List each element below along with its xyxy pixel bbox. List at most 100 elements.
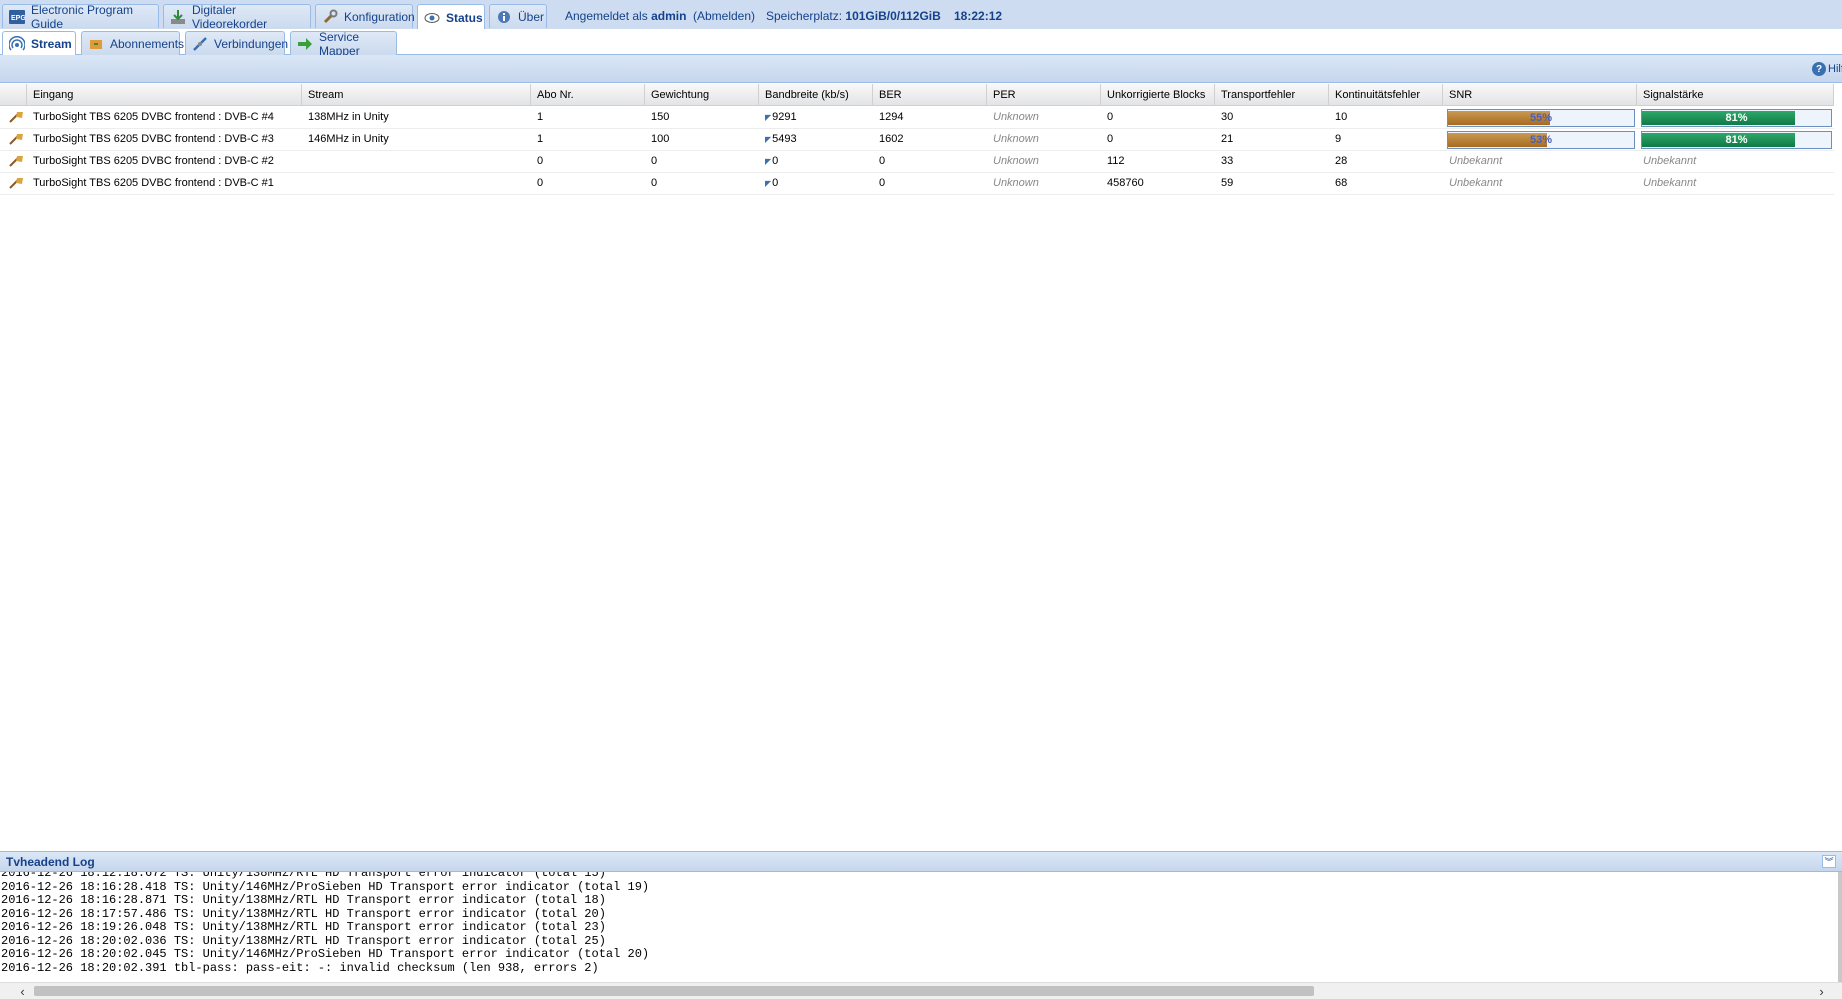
header-bandbreite[interactable]: Bandbreite (kb/s) [759, 84, 873, 106]
broom-icon[interactable] [2, 151, 26, 172]
cell-gewichtung: 150 [651, 111, 670, 123]
logged-in-status: Angemeldet als admin [565, 9, 686, 23]
collapse-icon[interactable]: ︾ [1822, 855, 1836, 868]
cell-unkorr: 0 [1107, 133, 1114, 145]
tab-config-label: Konfiguration [344, 9, 415, 24]
cell-stream: 138MHz in Unity [308, 111, 389, 123]
sub-tab-bar: Stream Abonnements Verbindungen Service … [0, 29, 1842, 58]
tab-config[interactable]: Konfiguration [315, 4, 415, 28]
cell-abo: 0 [537, 155, 544, 167]
grid-header: Eingang Stream Abo Nr. Gewichtung Bandbr… [0, 84, 1834, 106]
cell-per: Unknown [993, 177, 1039, 189]
header-ber[interactable]: BER [873, 84, 987, 106]
cell-ber: 0 [879, 155, 886, 167]
bandwidth-marker-icon: ◤ [765, 179, 772, 188]
log-title: Tvheadend Log [6, 855, 95, 869]
cell-abo: 0 [537, 177, 544, 189]
tab-epg[interactable]: EPG Electronic Program Guide [2, 2, 159, 31]
help-label: Hilfe [1828, 63, 1842, 75]
header-snr[interactable]: SNR [1443, 84, 1637, 106]
cell-signal: Unbekannt [1643, 155, 1697, 167]
subtab-service-mapper[interactable]: Service Mapper [290, 30, 397, 58]
cell-gewichtung: 0 [651, 177, 658, 189]
storage-prefix: Speicherplatz: [766, 9, 843, 23]
header-gewichtung[interactable]: Gewichtung [645, 84, 759, 106]
bandwidth-value: 0 [772, 155, 779, 167]
cell-ber: 1294 [879, 111, 904, 123]
header-stream[interactable]: Stream [302, 84, 531, 106]
broom-icon[interactable] [2, 107, 26, 128]
svg-text:EPG: EPG [11, 15, 25, 22]
header-signalstaerke[interactable]: Signalstärke [1637, 84, 1834, 106]
log-horizontal-scrollbar[interactable]: ‹ › [0, 982, 1842, 999]
cell-abo: 1 [537, 111, 544, 123]
log-line: 2016-12-26 18:19:26.048 TS: Unity/138MHz… [1, 920, 606, 934]
subtab-connections-label: Verbindungen [214, 36, 289, 51]
snr-progress-bar: 55% [1447, 109, 1635, 127]
header-kontinuitaetsfehler[interactable]: Kontinuitätsfehler [1329, 84, 1443, 106]
progress-label: 81% [1725, 112, 1748, 124]
cell-snr: Unbekannt [1449, 155, 1503, 167]
progress-label: 81% [1725, 134, 1748, 146]
cell-snr: Unbekannt [1449, 177, 1503, 189]
cell-unkorr: 0 [1107, 111, 1114, 123]
help-button[interactable]: ? Hilfe [1812, 62, 1842, 76]
header-unkorrigierte-blocks[interactable]: Unkorrigierte Blocks [1101, 84, 1215, 106]
cell-eingang: TurboSight TBS 6205 DVBC frontend : DVB-… [33, 155, 274, 167]
subtab-subscriptions[interactable]: Abonnements [81, 31, 184, 55]
header-icon-col [0, 84, 27, 106]
header-transportfehler[interactable]: Transportfehler [1215, 84, 1329, 106]
cell-transport: 30 [1221, 111, 1234, 123]
bandwidth-marker-icon: ◤ [765, 157, 772, 166]
log-line: 2016-12-26 18:20:02.036 TS: Unity/138MHz… [1, 933, 606, 948]
cell-per: Unknown [993, 155, 1039, 167]
header-eingang[interactable]: Eingang [27, 84, 302, 106]
snr-progress-bar: 53% [1447, 131, 1635, 149]
cell-kont: 10 [1335, 111, 1348, 123]
subtab-stream[interactable]: Stream [2, 31, 76, 55]
arrow-right-icon [297, 36, 313, 52]
cell-bandbreite: ◤5493 [759, 129, 873, 150]
cell-bandbreite: ◤9291 [759, 107, 873, 128]
table-row[interactable]: TurboSight TBS 6205 DVBC frontend : DVB-… [0, 151, 1834, 173]
bandwidth-marker-icon: ◤ [765, 135, 772, 144]
tab-epg-label: Electronic Program Guide [31, 2, 134, 31]
tab-about[interactable]: Über [489, 4, 547, 28]
subtab-connections[interactable]: Verbindungen [185, 31, 289, 55]
snr-bar-cell: 53% [1443, 129, 1637, 150]
cell-ber: 0 [879, 177, 886, 189]
tab-status[interactable]: Status [417, 4, 485, 30]
grid-toolbar: ? Hilfe [0, 55, 1842, 83]
tab-dvr[interactable]: Digitaler Videorekorder [163, 3, 311, 31]
log-body[interactable]: 2016-12-26 18:12:18.672 TS: Unity/138MHz… [0, 872, 1842, 982]
epg-icon: EPG [9, 9, 25, 25]
subtab-subscriptions-label: Abonnements [110, 36, 185, 51]
bandwidth-value: 5493 [772, 133, 797, 145]
scroll-left-icon[interactable]: ‹ [14, 984, 31, 999]
cell-abo: 1 [537, 133, 544, 145]
header-per[interactable]: PER [987, 84, 1101, 106]
scroll-thumb[interactable] [34, 986, 1314, 996]
cell-ber: 1602 [879, 133, 904, 145]
log-vertical-scrollbar[interactable] [1838, 872, 1842, 982]
signal-progress-bar: 81% [1641, 131, 1832, 149]
stream-icon [9, 35, 25, 52]
broom-icon[interactable] [2, 129, 26, 150]
cell-eingang: TurboSight TBS 6205 DVBC frontend : DVB-… [33, 111, 274, 123]
scroll-right-icon[interactable]: › [1813, 984, 1830, 999]
cell-unkorr: 458760 [1107, 177, 1144, 189]
log-line: 2016-12-26 18:16:28.418 TS: Unity/146MHz… [1, 879, 650, 894]
cell-transport: 33 [1221, 155, 1234, 167]
download-icon [170, 9, 186, 25]
broom-icon[interactable] [2, 173, 26, 194]
signal-progress-bar: 81% [1641, 109, 1832, 127]
table-row[interactable]: TurboSight TBS 6205 DVBC frontend : DVB-… [0, 129, 1834, 151]
username: admin [651, 9, 687, 23]
logout-link[interactable]: (Abmelden) [693, 9, 755, 23]
subtab-stream-label: Stream [31, 36, 72, 51]
wrench-icon [322, 9, 338, 25]
header-abo-nr[interactable]: Abo Nr. [531, 84, 645, 106]
cell-transport: 21 [1221, 133, 1234, 145]
table-row[interactable]: TurboSight TBS 6205 DVBC frontend : DVB-… [0, 173, 1834, 195]
table-row[interactable]: TurboSight TBS 6205 DVBC frontend : DVB-… [0, 107, 1834, 129]
